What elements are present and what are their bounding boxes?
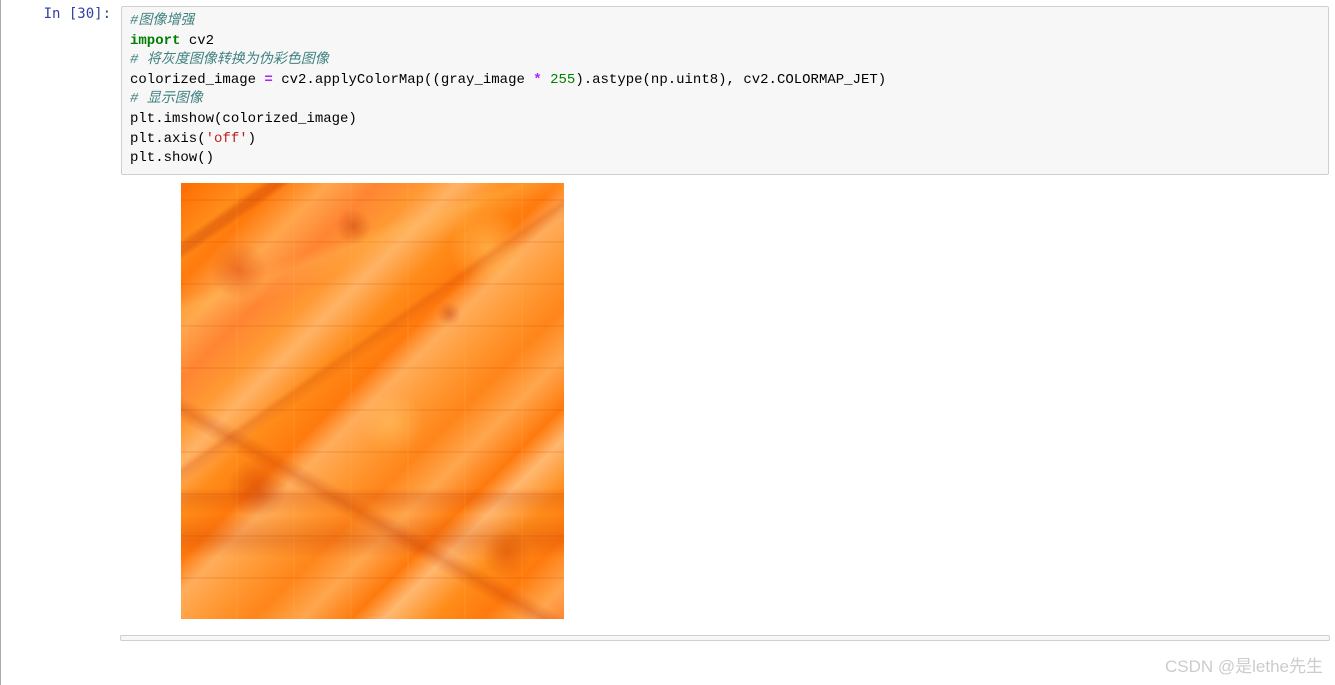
code-text: cv2.applyColorMap((gray_image (273, 72, 533, 88)
code-text: plt.axis( (130, 131, 206, 147)
next-code-cell[interactable] (5, 631, 1335, 641)
code-comment: # 将灰度图像转换为伪彩色图像 (130, 52, 329, 68)
code-operator: = (264, 72, 272, 88)
in-prompt-label: In [30]: (44, 6, 111, 22)
code-keyword: import (130, 33, 180, 49)
code-text: plt.imshow(colorized_image) (130, 111, 357, 127)
prompt-area: In [30]: (6, 6, 121, 619)
code-text: colorized_image (130, 72, 264, 88)
code-operator: * (533, 72, 541, 88)
code-comment: #图像增强 (130, 13, 194, 29)
output-area (121, 183, 1329, 619)
code-string: 'off' (206, 131, 248, 147)
code-comment: # 显示图像 (130, 91, 203, 107)
code-number: 255 (550, 72, 575, 88)
code-text (542, 72, 550, 88)
code-text: plt.show() (130, 150, 214, 166)
code-input-area[interactable]: #图像增强 import cv2 # 将灰度图像转换为伪彩色图像 colorized_… (121, 6, 1329, 175)
notebook-container: In [30]: #图像增强 import cv2 # 将灰度图像转换为伪彩色图像 c… (0, 0, 1335, 685)
output-image (181, 183, 564, 619)
cell-content: #图像增强 import cv2 # 将灰度图像转换为伪彩色图像 colorized_… (121, 6, 1329, 619)
code-text: ).astype(np.uint8), cv2.COLORMAP_JET) (575, 72, 886, 88)
code-text: ) (248, 131, 256, 147)
code-cell[interactable]: In [30]: #图像增强 import cv2 # 将灰度图像转换为伪彩色图像 c… (5, 0, 1335, 625)
prompt-area-empty (5, 635, 120, 641)
code-text: cv2 (180, 33, 214, 49)
empty-input-area[interactable] (120, 635, 1330, 641)
